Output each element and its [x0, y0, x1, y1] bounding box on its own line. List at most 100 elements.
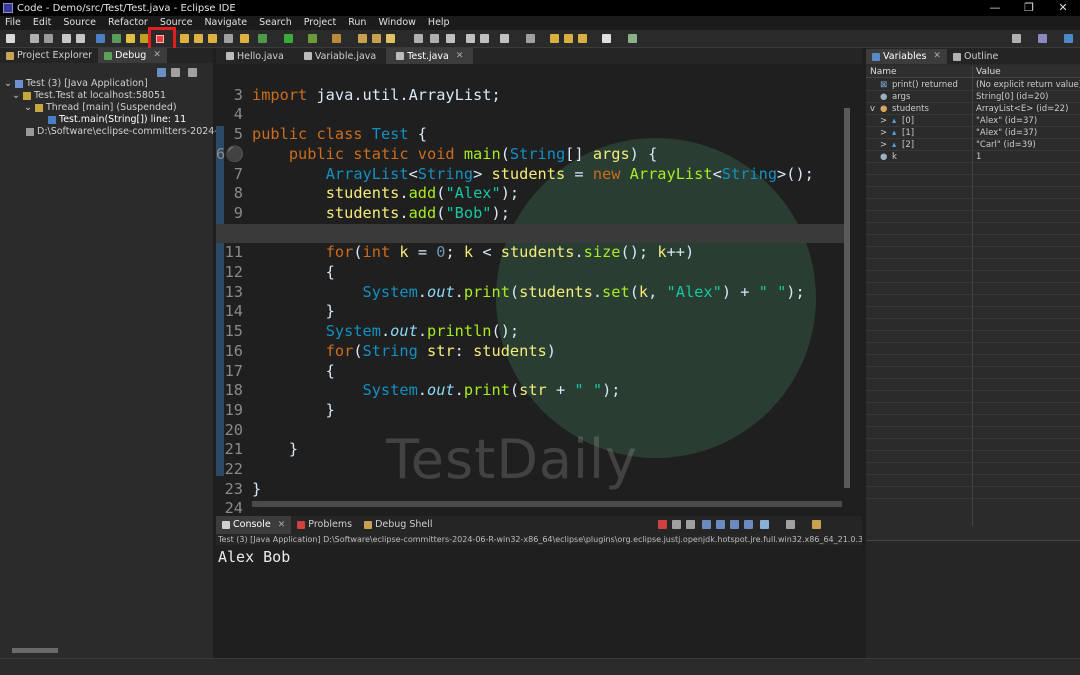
pin-editor-icon[interactable] — [628, 34, 637, 43]
console-terminate-icon[interactable] — [658, 520, 667, 529]
chevron-down-icon[interactable]: ⌄ — [12, 90, 20, 102]
close-icon[interactable]: ✕ — [153, 48, 161, 63]
menu-window[interactable]: Window — [373, 16, 422, 30]
step-into-icon[interactable] — [180, 34, 189, 43]
scroll-lock-icon[interactable] — [716, 520, 725, 529]
perspective-debug-icon[interactable] — [1064, 34, 1073, 43]
block-selection-icon[interactable] — [500, 34, 509, 43]
tab-outline[interactable]: Outline — [947, 49, 1004, 64]
variable-row[interactable]: ● args String[0] (id=20) — [866, 91, 1080, 103]
tab-test-java[interactable]: Test.java ✕ — [386, 48, 474, 64]
variable-row[interactable]: > ▴ [0] "Alex" (id=37) — [866, 115, 1080, 127]
collapse-all-icon[interactable] — [157, 68, 166, 77]
editor-hscrollbar[interactable] — [252, 501, 842, 507]
tab-hello-java[interactable]: Hello.java — [216, 48, 294, 64]
menu-help[interactable]: Help — [423, 16, 457, 30]
view-menu-icon[interactable] — [188, 68, 197, 77]
chevron-down-icon[interactable]: ⌄ — [24, 102, 32, 114]
forward-icon[interactable] — [602, 34, 611, 43]
menu-navigate[interactable]: Navigate — [199, 16, 254, 30]
remove-launch-icon[interactable] — [672, 520, 681, 529]
variable-row[interactable]: ⊠ print() returned (No explicit return v… — [866, 79, 1080, 91]
new-java-project-icon[interactable] — [358, 34, 367, 43]
new-class-icon[interactable] — [386, 34, 395, 43]
close-window-button[interactable]: ✕ — [1046, 0, 1080, 16]
back-icon[interactable] — [550, 34, 559, 43]
run-icon[interactable] — [284, 34, 293, 43]
show-on-output-icon[interactable] — [744, 520, 753, 529]
tree-item-launch[interactable]: ⌄ Test (3) [Java Application] — [4, 78, 243, 90]
step-over-icon[interactable] — [194, 34, 203, 43]
variable-row[interactable]: > ▴ [2] "Carl" (id=39) — [866, 139, 1080, 151]
maximize-button[interactable]: ❐ — [1012, 0, 1046, 16]
tree-item-stack-frame[interactable]: Test.main(String[]) line: 11 — [4, 114, 243, 126]
column-value-header[interactable]: Value — [976, 66, 1001, 78]
close-icon[interactable]: ✕ — [933, 49, 941, 64]
close-icon[interactable]: ✕ — [456, 49, 464, 64]
word-wrap-icon[interactable] — [730, 520, 739, 529]
left-panel-hscrollbar[interactable] — [12, 648, 58, 653]
last-edit-location-icon[interactable] — [578, 34, 587, 43]
menu-project[interactable]: Project — [299, 16, 344, 30]
tree-item-process[interactable]: D:\Software\eclipse-committers-2024-06-R… — [4, 126, 243, 138]
search-icon[interactable] — [446, 34, 455, 43]
clear-console-icon[interactable] — [702, 520, 711, 529]
variable-row[interactable]: v ● students ArrayList<E> (id=22) — [866, 103, 1080, 115]
editor-vscrollbar[interactable] — [844, 108, 850, 488]
use-step-filters-icon[interactable] — [224, 34, 233, 43]
step-return-icon[interactable] — [208, 34, 217, 43]
new-package-icon[interactable] — [372, 34, 381, 43]
resume-icon[interactable] — [126, 34, 135, 43]
close-icon[interactable]: ✕ — [278, 516, 286, 534]
save-all-icon[interactable] — [44, 34, 53, 43]
tab-console[interactable]: Console ✕ — [216, 516, 292, 534]
undo-icon[interactable] — [62, 34, 71, 43]
chevron-right-icon[interactable]: > — [880, 139, 887, 151]
save-icon[interactable] — [30, 34, 39, 43]
menu-edit[interactable]: Edit — [28, 16, 58, 30]
chevron-right-icon[interactable]: > — [880, 115, 887, 127]
console-output[interactable]: Alex Bob — [218, 548, 290, 566]
tab-variables[interactable]: Variables ✕ — [866, 49, 947, 64]
open-type-icon[interactable] — [414, 34, 423, 43]
open-task-icon[interactable] — [430, 34, 439, 43]
chevron-down-icon[interactable]: ⌄ — [4, 78, 12, 90]
chevron-down-icon[interactable]: v — [870, 103, 875, 115]
drop-to-frame-icon[interactable] — [112, 34, 121, 43]
display-selected-console-icon[interactable] — [786, 520, 795, 529]
external-tools-icon[interactable] — [332, 34, 341, 43]
variable-detail-pane[interactable] — [866, 540, 1080, 658]
show-whitespace-icon[interactable] — [480, 34, 489, 43]
menu-run[interactable]: Run — [343, 16, 373, 30]
toggle-mark-occurrences-icon[interactable] — [466, 34, 475, 43]
tab-variable-java[interactable]: Variable.java — [294, 48, 386, 64]
variable-row[interactable]: ● k 1 — [866, 151, 1080, 163]
coverage-icon[interactable] — [308, 34, 317, 43]
debug-icon[interactable] — [258, 34, 267, 43]
quick-access-icon[interactable] — [1012, 34, 1021, 43]
menu-source[interactable]: Source — [58, 16, 103, 30]
open-console-icon[interactable] — [812, 520, 821, 529]
tab-debug[interactable]: Debug ✕ — [98, 48, 167, 63]
tree-item-thread[interactable]: ⌄ Thread [main] (Suspended) — [4, 102, 243, 114]
minimize-button[interactable]: — — [978, 0, 1012, 16]
run-to-line-icon[interactable] — [240, 34, 249, 43]
chevron-right-icon[interactable]: > — [880, 127, 887, 139]
skip-breakpoints-icon[interactable] — [96, 34, 105, 43]
column-name-header[interactable]: Name — [870, 66, 897, 78]
code-area[interactable]: 3 import java.util.ArrayList; 4 5 public c… — [216, 66, 848, 514]
tree-item-vm[interactable]: ⌄ Test.Test at localhost:58051 — [4, 90, 243, 102]
pin-console-icon[interactable] — [760, 520, 769, 529]
tab-project-explorer[interactable]: Project Explorer — [0, 48, 98, 63]
forward-history-icon[interactable] — [564, 34, 573, 43]
new-icon[interactable] — [6, 34, 15, 43]
variable-row[interactable]: > ▴ [1] "Alex" (id=37) — [866, 127, 1080, 139]
next-annotation-icon[interactable] — [526, 34, 535, 43]
redo-icon[interactable] — [76, 34, 85, 43]
remove-all-terminated-icon[interactable] — [686, 520, 695, 529]
menu-search[interactable]: Search — [254, 16, 299, 30]
tab-problems[interactable]: Problems — [291, 516, 358, 534]
tab-debug-shell[interactable]: Debug Shell — [358, 516, 438, 534]
remove-terminated-icon[interactable] — [171, 68, 180, 77]
menu-file[interactable]: File — [0, 16, 28, 30]
